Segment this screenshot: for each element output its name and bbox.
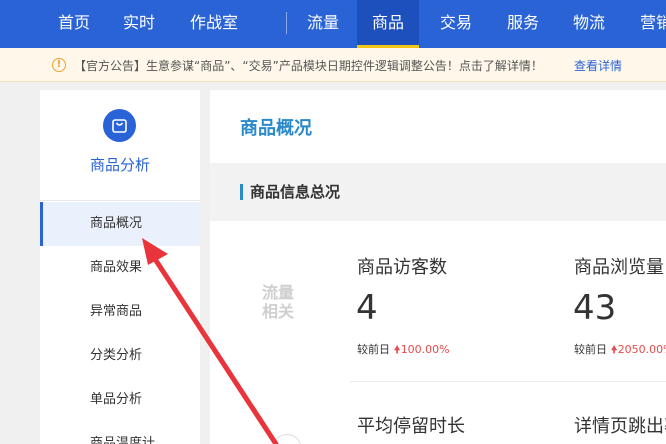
metric-label-avg-stay: 平均停留时长: [357, 416, 465, 437]
sidebar-item-abnormal[interactable]: 异常商品: [40, 290, 200, 334]
arrow-up-icon: 🠝: [393, 343, 401, 356]
metric-label-visitors: 商品访客数: [357, 257, 447, 278]
sidebar-item-category-analysis[interactable]: 分类分析: [40, 334, 200, 378]
metric-row-divider: [350, 381, 666, 382]
shopping-bag-icon: [103, 109, 136, 142]
section-header: 商品信息总况: [210, 163, 666, 221]
metric-label-pageviews: 商品浏览量: [574, 257, 664, 278]
nav-item-traffic[interactable]: 流量: [307, 0, 339, 48]
nav-item-products[interactable]: 商品: [357, 0, 419, 48]
metric-change-visitors: 100.00%: [400, 343, 450, 356]
sidebar-item-single-product[interactable]: 单品分析: [40, 378, 200, 422]
section-title: 商品信息总况: [250, 183, 341, 201]
sidebar-item-effect[interactable]: 商品效果: [40, 246, 200, 290]
metric-value-visitors: 4: [356, 288, 378, 328]
nav-item-logistics[interactable]: 物流: [573, 0, 605, 48]
sidebar-item-thermometer[interactable]: 商品温度计: [40, 422, 200, 444]
top-nav: 首页 实时 作战室 流量 商品 交易 服务 物流 营销: [0, 0, 666, 48]
sidebar: 商品分析 商品概况 商品效果 异常商品 分类分析 单品分析 商品温度计: [40, 90, 200, 444]
nav-divider: [286, 12, 287, 34]
metric-value-pageviews: 43: [573, 288, 617, 328]
nav-item-trade[interactable]: 交易: [440, 0, 472, 48]
metric-compare-visitors: 较前日 🠝100.00%: [357, 341, 450, 360]
nav-item-war-room[interactable]: 作战室: [190, 0, 238, 48]
announcement-bar: ! 【官方公告】生意参谋“商品”、“交易”产品模块日期控件逻辑调整公告！点击了解…: [0, 48, 666, 82]
nav-item-home[interactable]: 首页: [58, 0, 90, 48]
metric-change-pageviews: 2050.00%: [617, 343, 666, 356]
metric-compare-pageviews: 较前日 🠝2050.00%: [574, 341, 666, 360]
sidebar-divider: [40, 200, 200, 201]
view-details-link[interactable]: 查看详情: [574, 57, 622, 74]
announcement-text: 【官方公告】生意参谋“商品”、“交易”产品模块日期控件逻辑调整公告！点击了解详情…: [74, 59, 543, 73]
category-label: 流量 相关: [261, 283, 294, 321]
metric-label-bounce-rate: 详情页跳出率: [574, 416, 666, 437]
compare-label: 较前日: [574, 343, 607, 356]
compare-label: 较前日: [357, 343, 390, 356]
sidebar-title: 商品分析: [89, 156, 150, 174]
nav-item-service[interactable]: 服务: [507, 0, 539, 48]
page-title: 商品概况: [240, 118, 312, 139]
section-marker: [240, 184, 243, 200]
arrow-up-icon: 🠝: [610, 343, 618, 356]
nav-item-marketing[interactable]: 营销: [640, 0, 666, 48]
sidebar-item-overview[interactable]: 商品概况: [40, 202, 200, 246]
main-panel: 商品概况 商品信息总况 流量 相关 商品访客数 4 较前日 🠝100.00% 商…: [210, 90, 666, 444]
exclamation-circle-icon: !: [52, 58, 66, 72]
nav-item-realtime[interactable]: 实时: [123, 0, 155, 48]
